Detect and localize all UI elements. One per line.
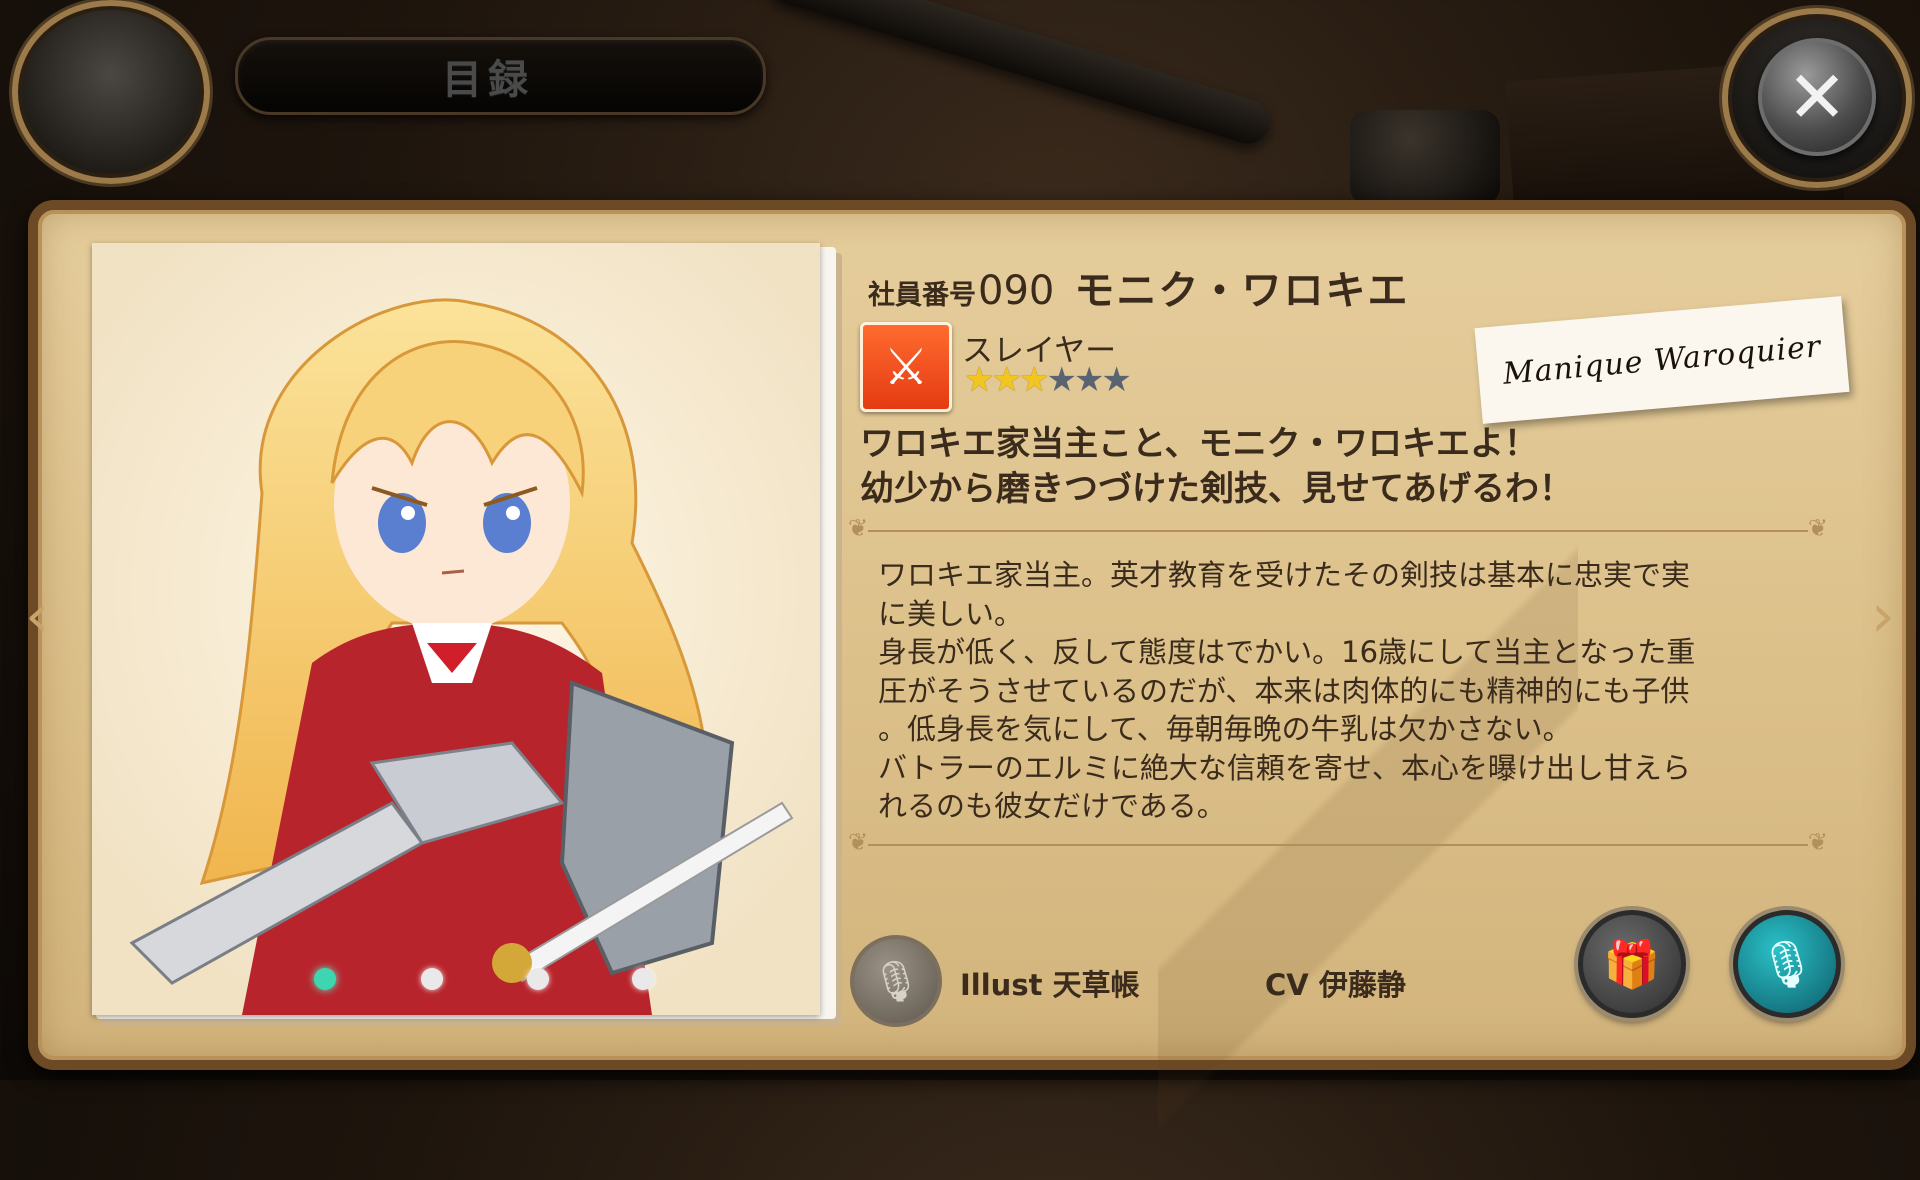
signature: Manique Waroquier [1501,328,1823,392]
character-portrait[interactable] [92,243,820,1015]
gift-button[interactable]: 🎁 [1578,910,1686,1018]
star-icon: ★ [1018,360,1050,400]
title-plate: 目録 [235,37,766,115]
sword-icon: ⚔ [883,338,929,396]
voice-button[interactable]: 🎙 [1733,910,1841,1018]
page-title: 目録 [442,57,534,103]
close-button[interactable]: ✕ [1758,38,1876,156]
gallery-page-4[interactable] [632,968,654,990]
gift-icon: 🎁 [1603,936,1661,991]
ornate-divider [848,514,1828,542]
background-inkwell [1350,110,1500,205]
description-line: 身長が低く、反して態度はでかい。16歳にして当主となった重 [878,635,1696,669]
character-quote: ワロキエ家当主こと、モニク・ワロキエよ！ 幼少から磨きつづけた剣技、見せてあげる… [860,422,1820,512]
description-line: 。低身長を気にして、毎朝毎晩の牛乳は欠かさない。 [878,712,1572,746]
star-empty-icon: ★ [1073,360,1105,400]
ornate-divider [848,828,1828,856]
description-line: 圧がそうさせているのだが、本来は肉体的にも精神的にも子供 [878,673,1690,708]
character-name: モニク・ワロキエ [1074,268,1410,314]
description-line: ワロキエ家当主。英才教育を受けたその剣技は基本に忠実で実 [878,558,1691,592]
microphone-icon: 🎙 [870,958,922,1005]
character-description: ワロキエ家当主。英才教育を受けたその剣技は基本に忠実で実 に美しい。 身長が低く… [878,556,1808,826]
class-badge: ⚔ [860,322,952,412]
description-line: に美しい。 [878,596,1024,631]
chevron-left-icon: ‹ [25,581,49,651]
corner-ornament [12,0,210,184]
illust-credit: Illust 天草帳 [960,968,1140,1002]
gallery-page-3[interactable] [527,968,549,990]
chevron-right-icon: › [1871,581,1895,651]
star-empty-icon: ★ [1101,360,1132,400]
star-icon: ★ [991,360,1022,400]
quote-line: ワロキエ家当主こと、モニク・ワロキエよ！ [860,424,1538,464]
prev-character-button[interactable]: ‹ [14,570,60,662]
description-line: バトラーのエルミに絶大な信頼を寄せ、本心を曝け出し甘えら [878,750,1691,785]
description-line: れるのも彼女だけである。 [878,789,1226,823]
employee-prefix: 社員番号 [868,280,976,311]
close-icon: ✕ [1786,55,1848,139]
character-illustration [92,243,820,1015]
star-icon: ★ [964,360,995,400]
background-pen [764,0,1276,150]
rarity-stars: ★★★★★★ [964,360,1132,400]
gallery-page-2[interactable] [421,968,443,990]
voice-icon: 🎙 [1757,936,1817,991]
star-empty-icon: ★ [1046,360,1077,400]
employee-line: 社員番号 090 モニク・ワロキエ [868,258,1410,316]
cv-credit: CV 伊藤静 [1265,968,1406,1002]
voice-sample-button[interactable]: 🎙 [850,935,942,1027]
next-character-button[interactable]: › [1860,570,1906,662]
employee-number: 090 [978,268,1055,314]
gallery-page-1[interactable] [314,968,336,990]
quote-line: 幼少から磨きつづけた剣技、見せてあげるわ！ [860,469,1573,509]
